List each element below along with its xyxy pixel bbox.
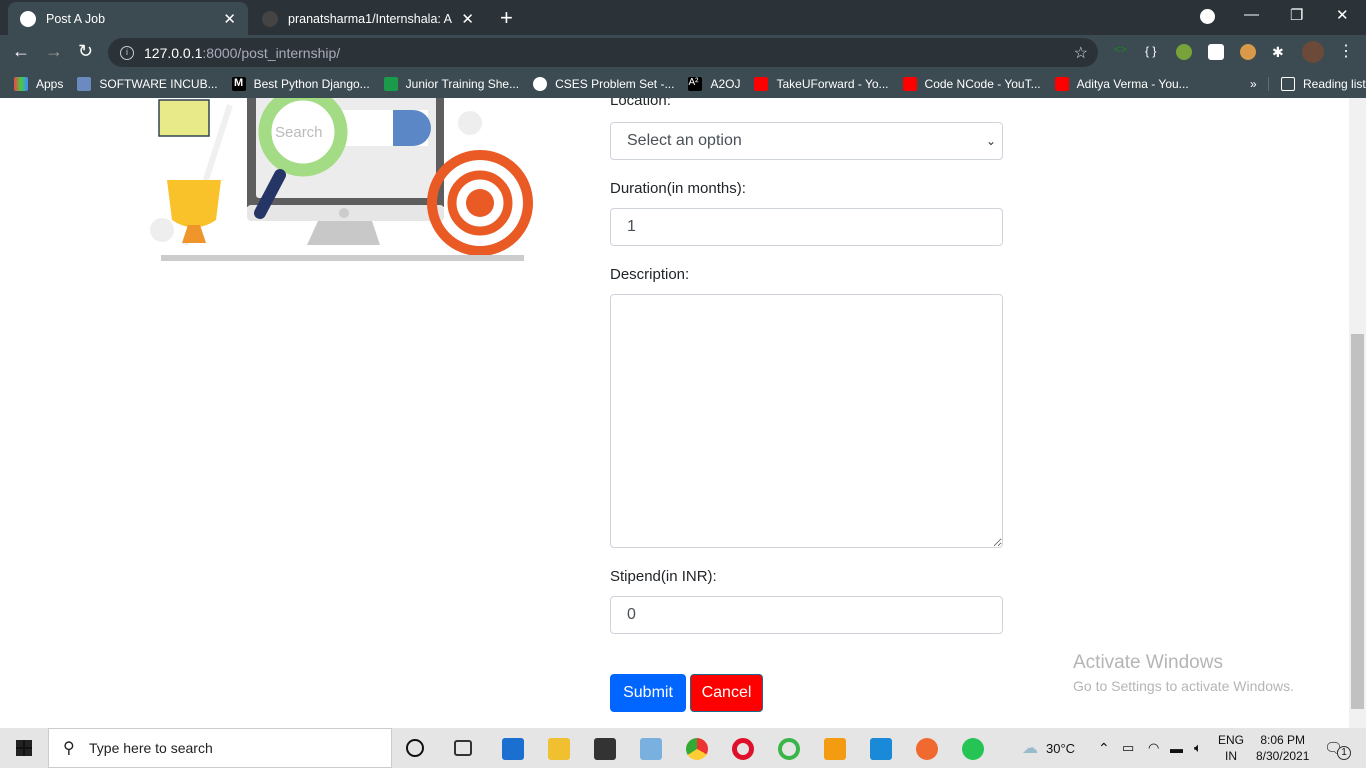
task-view-icon[interactable] (454, 740, 472, 756)
tab-strip: Post A Job ✕ pranatsharma1/Internshala: A… (0, 0, 1366, 35)
extension-icon[interactable] (1176, 44, 1192, 60)
location-label: Location: (610, 98, 671, 109)
medium-icon: M (231, 76, 246, 91)
youtube-icon (754, 76, 769, 91)
opera-icon[interactable] (732, 738, 754, 760)
cancel-button[interactable]: Cancel (690, 674, 763, 712)
close-window-button[interactable]: ✕ (1336, 6, 1349, 24)
location-select[interactable]: Select an option ⌄ (610, 122, 1003, 160)
info-icon[interactable]: i (120, 45, 134, 60)
extensions-puzzle-icon[interactable]: ✱ (1272, 44, 1288, 60)
back-button[interactable]: ← (12, 41, 30, 62)
app-icon[interactable] (916, 738, 938, 760)
reload-button[interactable]: ↻ (78, 41, 93, 62)
chevron-down-icon: ⌄ (985, 134, 996, 148)
youtube-icon (1054, 76, 1069, 91)
profile-avatar[interactable] (1302, 41, 1324, 63)
taskbar: ⚲ Type here to search ☁ 30°C ⌃ ▭ ◠ ▬ 🔈︎ E… (0, 728, 1366, 768)
description-label: Description: (610, 266, 690, 283)
bookmark[interactable]: CSES Problem Set -... (533, 76, 674, 91)
close-tab-icon[interactable]: ✕ (461, 10, 474, 28)
extension-icon[interactable] (1240, 44, 1256, 60)
notifications-button[interactable]: 🗨︎ 1 (1324, 728, 1352, 768)
forward-button[interactable]: → (45, 41, 63, 62)
vscode-icon[interactable] (870, 738, 892, 760)
bookmark-apps[interactable]: Apps (14, 76, 63, 91)
language-indicator[interactable]: ENG IN (1218, 728, 1244, 768)
bookmark[interactable]: TakeUForward - Yo... (754, 76, 889, 91)
app-ring-icon[interactable] (778, 738, 800, 760)
extension-braces-icon[interactable]: { } (1145, 44, 1161, 60)
whatsapp-icon[interactable] (962, 738, 984, 760)
store-icon[interactable] (594, 738, 616, 760)
bookmark[interactable]: A² A2OJ (688, 76, 740, 91)
scrollbar-thumb[interactable] (1351, 334, 1364, 709)
close-tab-icon[interactable]: ✕ (223, 10, 236, 28)
battery-icon[interactable]: ▬ (1170, 728, 1183, 768)
extension-icon[interactable] (1208, 44, 1224, 60)
windows-start-icon[interactable] (16, 740, 32, 756)
reading-list-icon (1281, 76, 1295, 91)
bookmark[interactable]: Aditya Verma - You... (1054, 76, 1189, 91)
bookmark[interactable]: Junior Training She... (383, 76, 519, 91)
job-search-illustration: Search (150, 98, 533, 261)
more-bookmarks-button[interactable]: » (1250, 77, 1257, 91)
sublime-text-icon[interactable] (824, 738, 846, 760)
laptop-app-icon[interactable] (640, 738, 662, 760)
bookmark-star-icon[interactable]: ☆ (1074, 43, 1088, 63)
bookmark[interactable]: SOFTWARE INCUB... (77, 76, 218, 91)
reading-list-button[interactable]: Reading list (1268, 76, 1366, 91)
menu-icon[interactable]: ⋮ (1338, 41, 1354, 60)
illustration-search-text: Search (275, 124, 323, 141)
volume-icon[interactable]: 🔈︎ (1194, 728, 1202, 768)
tab-github[interactable]: pranatsharma1/Internshala: A Dja ✕ (250, 2, 486, 35)
search-icon: ⚲ (63, 740, 75, 757)
mail-icon[interactable] (502, 738, 524, 760)
new-tab-button[interactable]: + (500, 5, 513, 31)
tab-post-a-job[interactable]: Post A Job ✕ (8, 2, 248, 35)
globe-icon (20, 10, 36, 27)
duration-label: Duration(in months): (610, 180, 746, 197)
weather-widget[interactable]: ☁ 30°C (1022, 728, 1075, 768)
github-icon (262, 10, 278, 27)
wifi-icon[interactable]: ◠ (1148, 728, 1159, 768)
scrollbar[interactable] (1349, 98, 1366, 728)
stipend-label: Stipend(in INR): (610, 568, 717, 585)
a2oj-icon: A² (688, 76, 703, 91)
bookmark[interactable]: Code NCode - YouT... (902, 76, 1041, 91)
browser-toolbar: ← → ↻ i 127.0.0.1:8000/post_internship/ … (0, 35, 1366, 69)
bookmark-favicon-icon (77, 76, 92, 91)
restore-button[interactable]: ❐ (1290, 6, 1303, 24)
taskbar-search-box[interactable]: ⚲ Type here to search (48, 728, 392, 768)
address-bar[interactable]: i 127.0.0.1:8000/post_internship/ ☆ (108, 38, 1098, 67)
clock[interactable]: 8:06 PM 8/30/2021 (1256, 728, 1309, 768)
minimize-button[interactable]: — (1244, 6, 1259, 23)
duration-input[interactable]: 1 (610, 208, 1003, 246)
file-explorer-icon[interactable] (548, 738, 570, 760)
show-hidden-icons-button[interactable]: ⌃ (1098, 728, 1110, 768)
apps-grid-icon (14, 76, 28, 91)
extension-icon[interactable]: <> (1114, 44, 1130, 60)
bookmarks-bar: Apps SOFTWARE INCUB... M Best Python Djan… (0, 69, 1366, 98)
cloudy-weather-icon: ☁ (1022, 740, 1038, 757)
activate-windows-watermark: Activate Windows Go to Settings to activ… (1073, 652, 1294, 694)
tab-search-icon[interactable] (1200, 9, 1215, 24)
cortana-icon[interactable] (406, 739, 424, 757)
chrome-icon[interactable] (686, 738, 708, 760)
page-content: Search Location: Select an option ⌄ Durat… (0, 98, 1349, 728)
youtube-icon (902, 76, 917, 91)
sheets-icon (383, 76, 398, 91)
bookmark[interactable]: M Best Python Django... (231, 76, 370, 91)
description-textarea[interactable] (610, 294, 1003, 548)
meet-now-icon[interactable]: ▭ (1122, 728, 1134, 768)
submit-button[interactable]: Submit (610, 674, 686, 712)
stipend-input[interactable]: 0 (610, 596, 1003, 634)
globe-icon (533, 76, 548, 91)
